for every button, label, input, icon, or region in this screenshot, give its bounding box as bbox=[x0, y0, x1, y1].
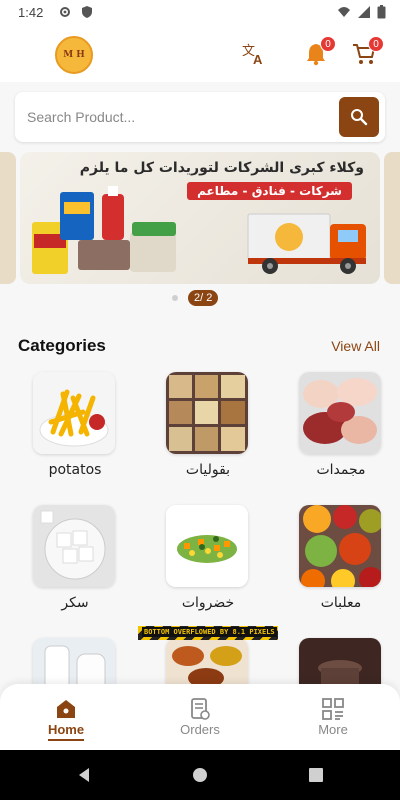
category-image bbox=[299, 505, 381, 587]
banner-pagination: 2/ 2 bbox=[172, 290, 219, 306]
category-label: خضروات bbox=[181, 595, 235, 611]
pagination-current: 2/ 2 bbox=[188, 290, 219, 306]
nav-more-label: More bbox=[318, 722, 348, 737]
search-button[interactable] bbox=[339, 97, 379, 137]
system-navigation-bar bbox=[0, 750, 400, 800]
qr-grid-icon bbox=[322, 698, 344, 720]
svg-text:A: A bbox=[253, 52, 263, 66]
category-item-sugar[interactable]: سكر bbox=[33, 505, 117, 611]
banner-next-peek[interactable] bbox=[384, 152, 400, 284]
category-label: potatos bbox=[48, 462, 102, 478]
category-label: معلبات bbox=[320, 595, 362, 611]
category-image bbox=[33, 505, 115, 587]
category-item-potatos[interactable]: potatos bbox=[33, 372, 117, 478]
category-image bbox=[33, 372, 115, 454]
translate-button[interactable]: 文 A bbox=[240, 40, 268, 68]
banner-artwork bbox=[32, 186, 366, 274]
signal-icon bbox=[358, 6, 370, 18]
back-icon[interactable] bbox=[76, 767, 92, 783]
search-input[interactable] bbox=[27, 92, 337, 142]
app-header: M H 文 A 0 0 bbox=[0, 26, 400, 82]
translate-icon: 文 A bbox=[242, 44, 263, 66]
pagination-dot[interactable] bbox=[172, 295, 178, 301]
banner-prev-peek[interactable] bbox=[0, 152, 16, 284]
category-image bbox=[166, 505, 248, 587]
overflow-warning-stripe: BOTTOM OVERFLOWED BY 8.1 PIXELS bbox=[138, 626, 278, 640]
search-icon bbox=[351, 109, 368, 126]
category-label: سكر bbox=[61, 595, 89, 611]
nav-home[interactable]: Home bbox=[26, 696, 106, 741]
status-time: 1:42 bbox=[18, 5, 44, 20]
promo-banner[interactable]: وكلاء كبرى الشركات لتوريدات كل ما يلزم ش… bbox=[20, 152, 380, 284]
recents-icon[interactable] bbox=[308, 767, 324, 783]
category-item-legumes[interactable]: بقوليات bbox=[166, 372, 250, 478]
nav-more[interactable]: More bbox=[293, 696, 373, 737]
status-bar: 1:42 bbox=[0, 0, 400, 26]
brand-logo[interactable]: M H bbox=[55, 36, 93, 74]
nav-orders-label: Orders bbox=[180, 722, 220, 737]
home-circle-icon[interactable] bbox=[192, 767, 208, 783]
shield-icon bbox=[82, 6, 92, 18]
notification-badge: 0 bbox=[320, 36, 336, 52]
logo-text: M H bbox=[63, 50, 85, 60]
orders-icon bbox=[191, 698, 210, 720]
search-bar bbox=[15, 92, 385, 142]
categories-title: Categories bbox=[18, 336, 106, 355]
category-item-vegetables[interactable]: خضروات bbox=[166, 505, 250, 611]
category-label: بقوليات bbox=[185, 462, 231, 478]
nav-active-indicator bbox=[48, 739, 84, 741]
category-image bbox=[166, 372, 248, 454]
settings-gear-icon bbox=[60, 7, 70, 17]
battery-icon bbox=[377, 5, 386, 19]
wifi-icon bbox=[338, 7, 350, 17]
app-screen: 1:42 M H 文 A 0 0 Search Product... وكلاء… bbox=[0, 0, 400, 800]
overflow-warning-text: BOTTOM OVERFLOWED BY 8.1 PIXELS bbox=[142, 627, 277, 637]
home-icon bbox=[57, 700, 75, 718]
cart-badge: 0 bbox=[368, 36, 384, 52]
cart-button[interactable]: 0 bbox=[350, 36, 384, 68]
category-label: مجمدات bbox=[316, 462, 366, 478]
bottom-navigation: Home Orders More bbox=[0, 684, 400, 750]
notifications-button[interactable]: 0 bbox=[302, 36, 336, 68]
nav-orders[interactable]: Orders bbox=[160, 696, 240, 737]
nav-home-label: Home bbox=[47, 722, 85, 737]
view-all-link[interactable]: View All bbox=[331, 338, 380, 354]
category-item-frozen[interactable]: مجمدات bbox=[299, 372, 383, 478]
category-image bbox=[299, 372, 381, 454]
category-item-canned[interactable]: معلبات bbox=[299, 505, 383, 611]
